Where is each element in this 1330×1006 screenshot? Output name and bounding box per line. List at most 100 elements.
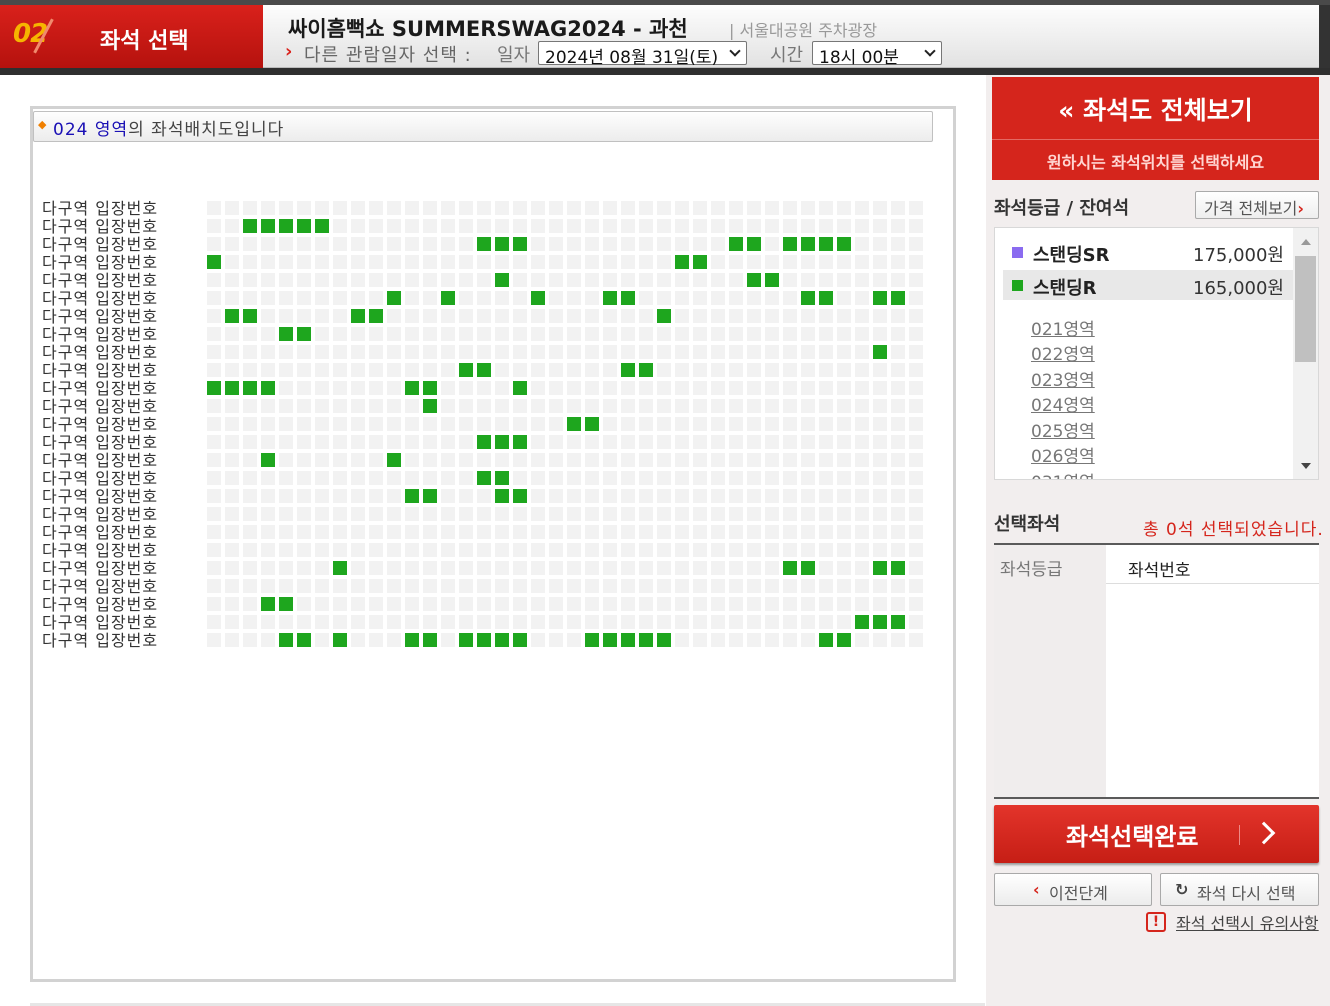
seat-available[interactable] <box>621 291 635 305</box>
seat-available[interactable] <box>639 633 653 647</box>
seat-available[interactable] <box>477 633 491 647</box>
seat-available[interactable] <box>243 381 257 395</box>
complete-selection-button[interactable]: 좌석선택완료 <box>994 805 1319 863</box>
seat-available[interactable] <box>873 291 887 305</box>
seat-available[interactable] <box>297 633 311 647</box>
reset-seats-button[interactable]: ↻ 좌석 다시 선택 <box>1160 873 1319 906</box>
zone-link[interactable]: 025영역 <box>1031 417 1095 442</box>
seat-available[interactable] <box>891 615 905 629</box>
seat-available[interactable] <box>297 219 311 233</box>
previous-step-button[interactable]: ‹ 이전단계 <box>994 873 1152 906</box>
seat-available[interactable] <box>261 219 275 233</box>
grade-item-standing-sr[interactable]: 스탠딩SR 175,000원 <box>1003 237 1293 267</box>
seat-available[interactable] <box>657 633 671 647</box>
seat-available[interactable] <box>387 453 401 467</box>
seat-available[interactable] <box>297 327 311 341</box>
seat-available[interactable] <box>801 561 815 575</box>
seat-available[interactable] <box>243 219 257 233</box>
time-select[interactable]: 18시 00분 <box>812 41 942 68</box>
zone-link[interactable]: 022영역 <box>1031 340 1095 365</box>
seat-available[interactable] <box>819 237 833 251</box>
scroll-up-icon[interactable] <box>1301 239 1311 245</box>
seat-available[interactable] <box>477 471 491 485</box>
seat-available[interactable] <box>837 237 851 251</box>
seat-available[interactable] <box>513 381 527 395</box>
seat-available[interactable] <box>513 633 527 647</box>
seat-available[interactable] <box>891 561 905 575</box>
seat-available[interactable] <box>279 633 293 647</box>
seat-available[interactable] <box>513 435 527 449</box>
seat-available[interactable] <box>513 237 527 251</box>
seat-available[interactable] <box>801 291 815 305</box>
zone-link[interactable]: 024영역 <box>1031 391 1095 416</box>
seat-available[interactable] <box>693 255 707 269</box>
zone-link[interactable]: 021영역 <box>1031 315 1095 340</box>
seat-available[interactable] <box>603 633 617 647</box>
seat-available[interactable] <box>657 309 671 323</box>
seat-available[interactable] <box>207 381 221 395</box>
seat-available[interactable] <box>873 561 887 575</box>
scroll-down-icon[interactable] <box>1301 463 1311 469</box>
seat-available[interactable] <box>729 237 743 251</box>
seat-available[interactable] <box>747 237 761 251</box>
seat-available[interactable] <box>495 273 509 287</box>
seat-available[interactable] <box>495 471 509 485</box>
seat-available[interactable] <box>459 633 473 647</box>
seat-available[interactable] <box>747 273 761 287</box>
grade-scrollbar[interactable] <box>1293 228 1318 479</box>
seat-available[interactable] <box>603 291 617 305</box>
seat-available[interactable] <box>585 417 599 431</box>
seat-available[interactable] <box>837 633 851 647</box>
date-select[interactable]: 2024년 08월 31일(토) <box>538 41 747 68</box>
seat-available[interactable] <box>873 615 887 629</box>
seat-available[interactable] <box>819 291 833 305</box>
seat-available[interactable] <box>531 291 545 305</box>
seat-available[interactable] <box>333 561 347 575</box>
seat-available[interactable] <box>621 633 635 647</box>
seat-available[interactable] <box>819 633 833 647</box>
seat-available[interactable] <box>765 273 779 287</box>
notice-link[interactable]: ! 좌석 선택시 유의사항 <box>1146 910 1319 933</box>
seat-available[interactable] <box>405 489 419 503</box>
seat-available[interactable] <box>801 237 815 251</box>
seat-available[interactable] <box>207 255 221 269</box>
seat-available[interactable] <box>279 597 293 611</box>
seat-available[interactable] <box>387 291 401 305</box>
seat-available[interactable] <box>441 291 455 305</box>
seat-available[interactable] <box>495 237 509 251</box>
seat-available[interactable] <box>459 363 473 377</box>
seat-available[interactable] <box>369 309 383 323</box>
seat-available[interactable] <box>495 489 509 503</box>
seat-available[interactable] <box>639 363 653 377</box>
seat-available[interactable] <box>423 633 437 647</box>
seat-available[interactable] <box>315 219 329 233</box>
seat-available[interactable] <box>873 345 887 359</box>
price-all-button[interactable]: 가격 전체보기› <box>1195 191 1319 219</box>
seat-available[interactable] <box>423 381 437 395</box>
seat-available[interactable] <box>513 489 527 503</box>
seat-available[interactable] <box>243 309 257 323</box>
seat-available[interactable] <box>225 309 239 323</box>
seat-available[interactable] <box>783 237 797 251</box>
zone-link[interactable]: 023영역 <box>1031 366 1095 391</box>
seat-available[interactable] <box>855 615 869 629</box>
seat-available[interactable] <box>783 561 797 575</box>
seat-available[interactable] <box>405 633 419 647</box>
seat-available[interactable] <box>279 327 293 341</box>
seat-available[interactable] <box>279 219 293 233</box>
zone-link[interactable]: 031영역 <box>1031 468 1095 479</box>
seat-available[interactable] <box>477 363 491 377</box>
seat-available[interactable] <box>495 633 509 647</box>
seat-available[interactable] <box>675 255 689 269</box>
seat-available[interactable] <box>477 435 491 449</box>
seat-available[interactable] <box>495 435 509 449</box>
seat-available[interactable] <box>261 453 275 467</box>
seat-available[interactable] <box>333 633 347 647</box>
seat-available[interactable] <box>567 417 581 431</box>
seat-available[interactable] <box>405 381 419 395</box>
seat-available[interactable] <box>261 597 275 611</box>
zone-link[interactable]: 026영역 <box>1031 442 1095 467</box>
grade-item-standing-r[interactable]: 스탠딩R 165,000원 <box>1003 270 1293 300</box>
seat-available[interactable] <box>225 381 239 395</box>
full-view-button[interactable]: « 좌석도 전체보기 원하시는 좌석위치를 선택하세요 <box>992 77 1319 180</box>
